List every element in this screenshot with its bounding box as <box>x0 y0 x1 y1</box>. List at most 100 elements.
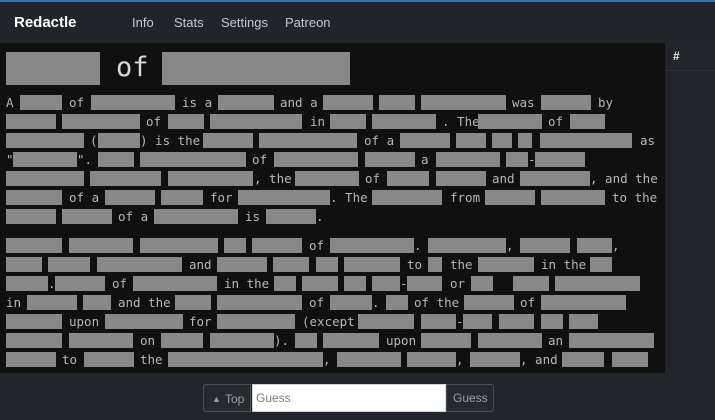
redacted-word[interactable] <box>478 257 534 272</box>
redacted-word[interactable] <box>485 190 535 205</box>
redacted-word[interactable] <box>407 276 442 291</box>
redacted-word[interactable] <box>161 333 203 348</box>
redacted-word[interactable] <box>499 314 534 329</box>
redacted-word[interactable] <box>203 133 253 148</box>
redacted-word[interactable] <box>62 114 140 129</box>
redacted-word[interactable] <box>273 257 309 272</box>
redacted-word[interactable] <box>407 352 456 367</box>
redacted-word[interactable] <box>295 171 359 186</box>
scroll-top-button[interactable]: ▲ Top <box>203 384 251 412</box>
nav-link-stats[interactable]: Stats <box>174 15 204 30</box>
redacted-word[interactable] <box>400 133 450 148</box>
redacted-word[interactable] <box>266 209 316 224</box>
redacted-word[interactable] <box>540 133 632 148</box>
redacted-word[interactable] <box>478 114 542 129</box>
redacted-word[interactable] <box>90 171 161 186</box>
redacted-word[interactable] <box>175 295 211 310</box>
redacted-word[interactable] <box>20 95 62 110</box>
nav-link-patreon[interactable]: Patreon <box>285 15 331 30</box>
redacted-word[interactable] <box>330 114 366 129</box>
redacted-word[interactable] <box>168 352 323 367</box>
redacted-word[interactable] <box>569 314 598 329</box>
redacted-word[interactable] <box>344 257 400 272</box>
redacted-word[interactable] <box>161 190 203 205</box>
redacted-word[interactable] <box>6 190 62 205</box>
redacted-word[interactable] <box>98 152 134 167</box>
redacted-word[interactable] <box>154 209 238 224</box>
redacted-word[interactable] <box>62 209 112 224</box>
redacted-word[interactable] <box>210 333 274 348</box>
redacted-word[interactable] <box>372 276 400 291</box>
redacted-word[interactable] <box>541 190 605 205</box>
redacted-word[interactable] <box>421 314 456 329</box>
redacted-word[interactable] <box>520 238 570 253</box>
redacted-word[interactable] <box>6 209 56 224</box>
redacted-word[interactable] <box>456 133 486 148</box>
redacted-word[interactable] <box>323 95 373 110</box>
redacted-word[interactable] <box>590 257 612 272</box>
redacted-word[interactable] <box>570 114 605 129</box>
redacted-word[interactable] <box>555 276 640 291</box>
redacted-word[interactable] <box>436 171 486 186</box>
redacted-word[interactable] <box>6 52 100 85</box>
redacted-word[interactable] <box>577 238 612 253</box>
redacted-word[interactable] <box>97 257 182 272</box>
redacted-word[interactable] <box>6 133 84 148</box>
redacted-word[interactable] <box>6 276 48 291</box>
redacted-word[interactable] <box>224 238 246 253</box>
redacted-word[interactable] <box>464 295 514 310</box>
redacted-word[interactable] <box>252 238 302 253</box>
redacted-word[interactable] <box>541 314 563 329</box>
redacted-word[interactable] <box>471 276 493 291</box>
redacted-word[interactable] <box>295 333 317 348</box>
redacted-word[interactable] <box>569 333 654 348</box>
redacted-word[interactable] <box>133 276 217 291</box>
redacted-word[interactable] <box>428 238 506 253</box>
redacted-word[interactable] <box>506 152 528 167</box>
redacted-word[interactable] <box>105 314 183 329</box>
redacted-word[interactable] <box>358 314 414 329</box>
redacted-word[interactable] <box>372 114 436 129</box>
redacted-word[interactable] <box>316 257 338 272</box>
redacted-word[interactable] <box>162 52 350 85</box>
article-body[interactable]: of A of is a and a was by of in . The of… <box>0 43 665 373</box>
redacted-word[interactable] <box>365 152 415 167</box>
nav-link-settings[interactable]: Settings <box>221 15 268 30</box>
redacted-word[interactable] <box>6 333 62 348</box>
redacted-word[interactable] <box>69 238 133 253</box>
redacted-word[interactable] <box>478 333 542 348</box>
redacted-word[interactable] <box>436 152 500 167</box>
redacted-word[interactable] <box>520 171 590 186</box>
redacted-word[interactable] <box>69 333 133 348</box>
redacted-word[interactable] <box>84 352 134 367</box>
redacted-word[interactable] <box>168 171 253 186</box>
redacted-word[interactable] <box>387 171 429 186</box>
redacted-word[interactable] <box>386 295 408 310</box>
redacted-word[interactable] <box>27 295 77 310</box>
redacted-word[interactable] <box>83 295 111 310</box>
redacted-word[interactable] <box>91 95 175 110</box>
redacted-word[interactable] <box>372 190 442 205</box>
redacted-word[interactable] <box>238 190 330 205</box>
redacted-word[interactable] <box>259 133 357 148</box>
redacted-word[interactable] <box>6 352 56 367</box>
redacted-word[interactable] <box>140 152 246 167</box>
redacted-word[interactable] <box>541 95 591 110</box>
redacted-word[interactable] <box>421 333 471 348</box>
redacted-word[interactable] <box>463 314 492 329</box>
redacted-word[interactable] <box>217 295 302 310</box>
redacted-word[interactable] <box>48 257 90 272</box>
redacted-word[interactable] <box>323 333 379 348</box>
nav-link-info[interactable]: Info <box>132 15 154 30</box>
redacted-word[interactable] <box>6 171 84 186</box>
redacted-word[interactable] <box>337 352 401 367</box>
redacted-word[interactable] <box>217 257 267 272</box>
redacted-word[interactable] <box>6 257 42 272</box>
redacted-word[interactable] <box>330 295 372 310</box>
redacted-word[interactable] <box>562 352 604 367</box>
redacted-word[interactable] <box>541 295 626 310</box>
guess-button[interactable]: Guess <box>446 384 494 412</box>
redacted-word[interactable] <box>210 114 302 129</box>
guess-input[interactable] <box>252 384 446 412</box>
redacted-word[interactable] <box>513 276 549 291</box>
